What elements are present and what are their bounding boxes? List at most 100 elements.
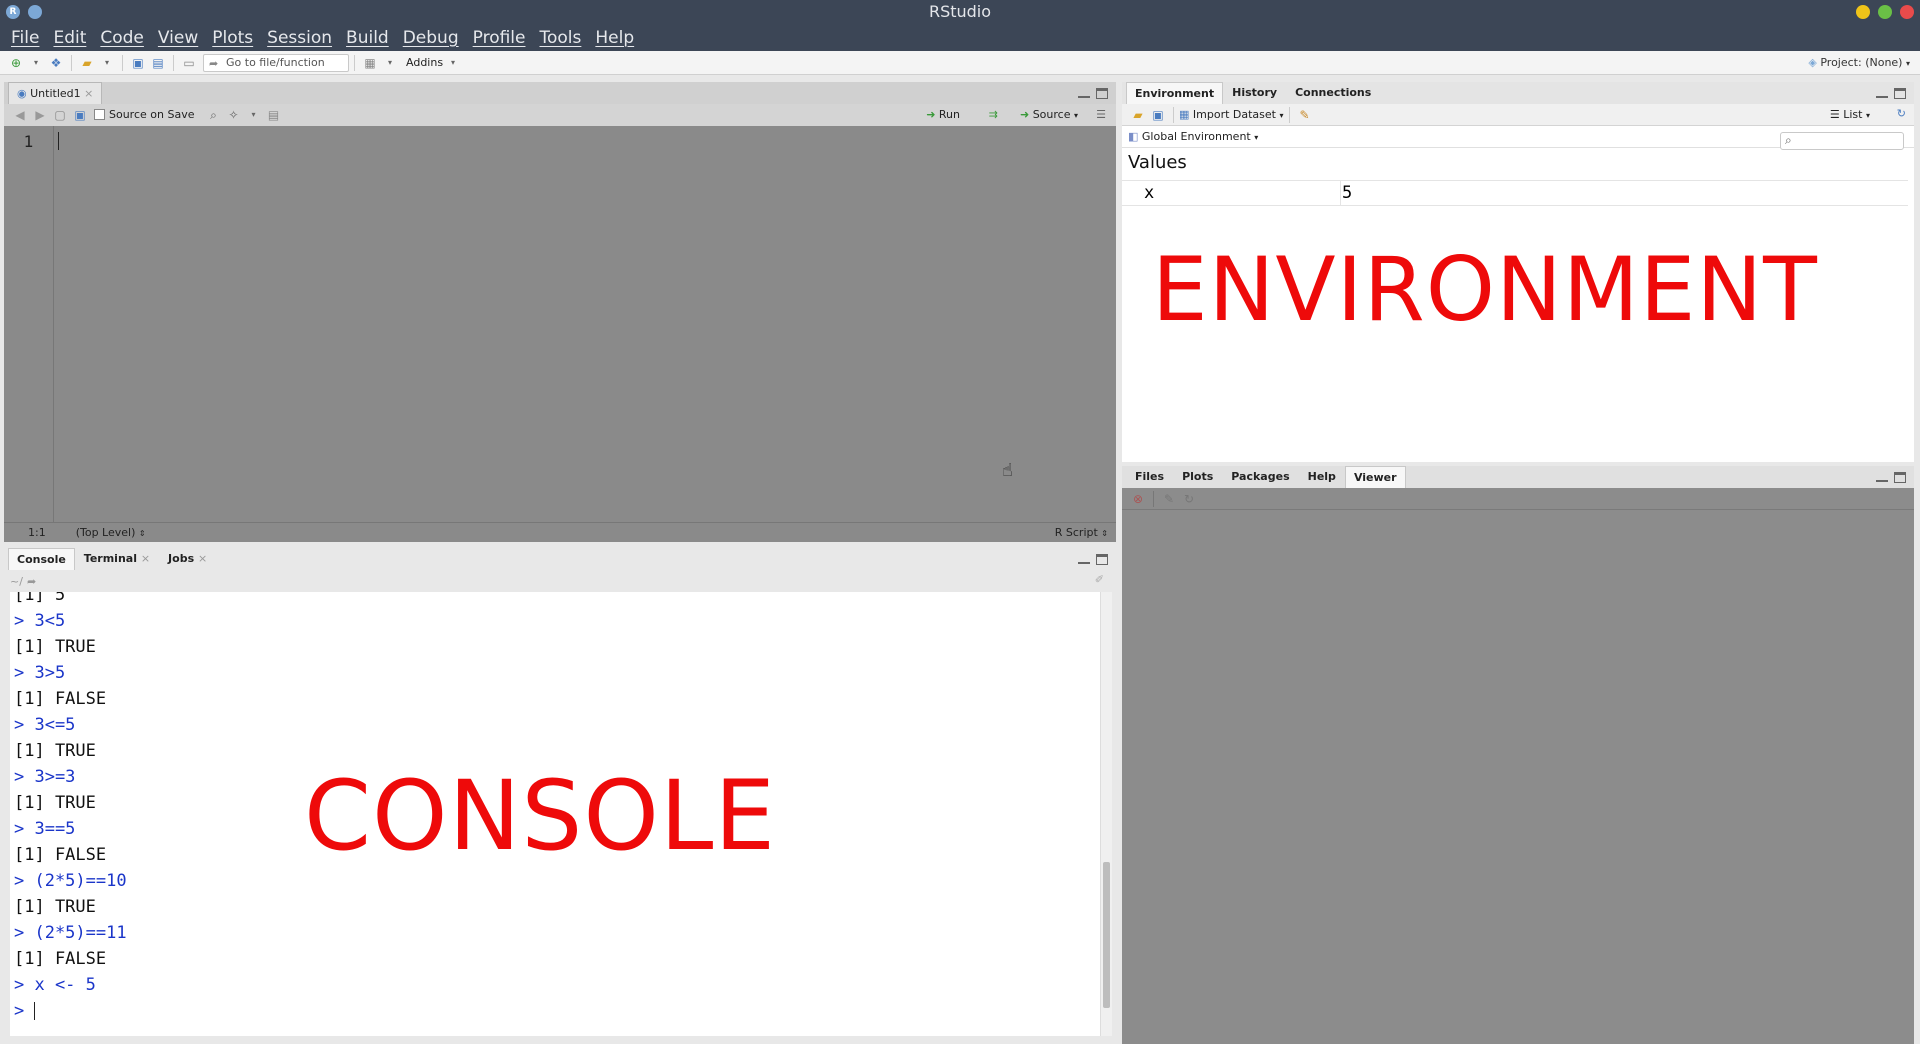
tab-help[interactable]: Help bbox=[1299, 465, 1345, 488]
maximize-pane-icon[interactable] bbox=[1894, 88, 1906, 99]
chevron-down-icon[interactable]: ▾ bbox=[100, 56, 114, 70]
toolbar-divider bbox=[173, 54, 174, 71]
save-workspace-icon[interactable]: ▣ bbox=[1151, 108, 1165, 122]
run-button[interactable]: ➜ Run bbox=[926, 108, 960, 121]
toolbar-divider bbox=[354, 54, 355, 71]
minimize-window-icon[interactable] bbox=[1856, 5, 1870, 19]
search-icon[interactable]: ⌕ bbox=[206, 108, 220, 122]
goto-directory-icon[interactable]: ➦ bbox=[27, 575, 36, 588]
close-window-icon[interactable] bbox=[1900, 5, 1914, 19]
new-file-icon[interactable]: ⊕ bbox=[9, 56, 23, 70]
tab-history[interactable]: History bbox=[1223, 81, 1286, 104]
console-scrollbar[interactable] bbox=[1100, 592, 1112, 1036]
clear-console-icon[interactable]: ✐ bbox=[1095, 573, 1104, 586]
chevron-down-icon[interactable]: ▾ bbox=[446, 56, 460, 70]
print-icon[interactable]: ▭ bbox=[182, 56, 196, 70]
chevron-down-icon[interactable]: ▾ bbox=[383, 56, 397, 70]
minimize-pane-icon[interactable] bbox=[1078, 88, 1090, 98]
outline-icon[interactable]: ☰ bbox=[1096, 108, 1106, 121]
code-editor[interactable]: 1 ☝ bbox=[4, 126, 1116, 522]
load-workspace-icon[interactable]: ▰ bbox=[1131, 108, 1145, 122]
list-icon: ☰ bbox=[1829, 108, 1840, 121]
scrollbar-thumb[interactable] bbox=[1103, 862, 1110, 1008]
editor-minmax bbox=[1078, 88, 1108, 99]
editor-statusbar: 1:1 (Top Level) ⇕ R Script ⇕ bbox=[4, 522, 1116, 542]
console-output-line: [1] 5 bbox=[14, 592, 66, 605]
file-type-selector[interactable]: R Script ⇕ bbox=[1055, 526, 1108, 539]
magic-wand-icon[interactable]: ✧ bbox=[226, 108, 240, 122]
tab-viewer[interactable]: Viewer bbox=[1344, 466, 1406, 488]
open-file-icon[interactable]: ▰ bbox=[80, 56, 94, 70]
save-icon[interactable]: ▣ bbox=[73, 108, 87, 122]
chevron-updown-icon: ⇕ bbox=[138, 529, 146, 538]
show-in-window-icon[interactable]: ▢ bbox=[53, 108, 67, 122]
tab-console-label: Console bbox=[17, 553, 66, 566]
global-environment-selector[interactable]: ◧ Global Environment ▾ bbox=[1128, 130, 1258, 143]
environment-minmax bbox=[1876, 88, 1906, 99]
editor-tab-untitled1[interactable]: ◉ Untitled1 × bbox=[8, 82, 103, 104]
menu-build[interactable]: Build bbox=[339, 28, 396, 48]
tab-jobs[interactable]: Jobs × bbox=[159, 547, 216, 570]
tab-plots[interactable]: Plots bbox=[1173, 465, 1222, 488]
source-button[interactable]: ➜ Source ▾ bbox=[1020, 108, 1078, 121]
working-directory[interactable]: ~/ bbox=[10, 575, 23, 588]
menu-help[interactable]: Help bbox=[588, 28, 641, 48]
tab-connections[interactable]: Connections bbox=[1286, 81, 1380, 104]
stop-icon[interactable]: ⊗ bbox=[1131, 492, 1145, 506]
column-divider bbox=[1340, 181, 1341, 205]
compile-report-icon[interactable]: ▤ bbox=[266, 108, 280, 122]
new-project-icon[interactable]: ❖ bbox=[49, 56, 63, 70]
console-input-line: > 3<=5 bbox=[14, 715, 76, 735]
menu-code[interactable]: Code bbox=[93, 28, 151, 48]
close-tab-icon[interactable]: × bbox=[141, 552, 150, 565]
tab-terminal[interactable]: Terminal × bbox=[75, 547, 159, 570]
grid-layout-icon[interactable]: ▦ bbox=[363, 56, 377, 70]
save-icon[interactable]: ▣ bbox=[131, 56, 145, 70]
tab-environment[interactable]: Environment bbox=[1126, 82, 1224, 104]
broom-icon[interactable]: ✎ bbox=[1162, 492, 1176, 506]
scope-selector[interactable]: (Top Level) ⇕ bbox=[76, 526, 146, 539]
table-row[interactable]: x 5 bbox=[1122, 180, 1908, 206]
tab-console[interactable]: Console bbox=[8, 548, 75, 570]
forward-icon[interactable]: ▶ bbox=[33, 108, 47, 122]
goto-placeholder: Go to file/function bbox=[226, 55, 325, 69]
maximize-window-icon[interactable] bbox=[1878, 5, 1892, 19]
maximize-pane-icon[interactable] bbox=[1096, 88, 1108, 99]
close-tab-icon[interactable]: × bbox=[198, 552, 207, 565]
minimize-pane-icon[interactable] bbox=[1876, 472, 1888, 482]
addins-button[interactable]: Addins bbox=[406, 56, 443, 69]
environment-search-input[interactable]: ⌕ bbox=[1780, 132, 1904, 150]
rerun-icon[interactable]: ⇉ bbox=[989, 108, 998, 121]
menu-edit[interactable]: Edit bbox=[46, 28, 93, 48]
import-dataset-button[interactable]: ▦ Import Dataset ▾ bbox=[1179, 108, 1284, 121]
goto-file-input[interactable]: ➦ Go to file/function bbox=[203, 53, 349, 72]
toolbar-divider bbox=[122, 54, 123, 71]
menu-session[interactable]: Session bbox=[260, 28, 339, 48]
maximize-pane-icon[interactable] bbox=[1894, 472, 1906, 483]
chevron-down-icon: ▾ bbox=[1073, 111, 1078, 120]
maximize-pane-icon[interactable] bbox=[1096, 554, 1108, 565]
minimize-pane-icon[interactable] bbox=[1876, 88, 1888, 98]
toolbar-divider bbox=[1173, 106, 1174, 123]
menu-tools[interactable]: Tools bbox=[532, 28, 588, 48]
back-icon[interactable]: ◀ bbox=[13, 108, 27, 122]
project-menu[interactable]: ◈ Project: (None) ▾ bbox=[1808, 56, 1910, 69]
view-mode-selector[interactable]: ☰ List ▾ bbox=[1830, 108, 1870, 121]
chevron-down-icon[interactable]: ▾ bbox=[29, 56, 43, 70]
chevron-down-icon[interactable]: ▾ bbox=[246, 108, 260, 122]
refresh-icon[interactable]: ↻ bbox=[1897, 107, 1906, 120]
tab-files[interactable]: Files bbox=[1126, 465, 1173, 488]
source-on-save-checkbox[interactable] bbox=[94, 109, 105, 120]
minimize-pane-icon[interactable] bbox=[1078, 554, 1090, 564]
tab-packages[interactable]: Packages bbox=[1222, 465, 1298, 488]
menu-plots[interactable]: Plots bbox=[205, 28, 260, 48]
close-tab-icon[interactable]: × bbox=[84, 87, 93, 100]
menu-profile[interactable]: Profile bbox=[466, 28, 533, 48]
broom-icon[interactable]: ✎ bbox=[1298, 108, 1312, 122]
menu-file[interactable]: File bbox=[4, 28, 46, 48]
refresh-icon[interactable]: ↻ bbox=[1182, 492, 1196, 506]
menu-view[interactable]: View bbox=[151, 28, 205, 48]
menu-debug[interactable]: Debug bbox=[396, 28, 466, 48]
save-all-icon[interactable]: ▤ bbox=[151, 56, 165, 70]
editor-toolbar: ◀ ▶ ▢ ▣ Source on Save ⌕ ✧ ▾ ▤ ➜ Run ⇉ ➜… bbox=[4, 104, 1116, 126]
